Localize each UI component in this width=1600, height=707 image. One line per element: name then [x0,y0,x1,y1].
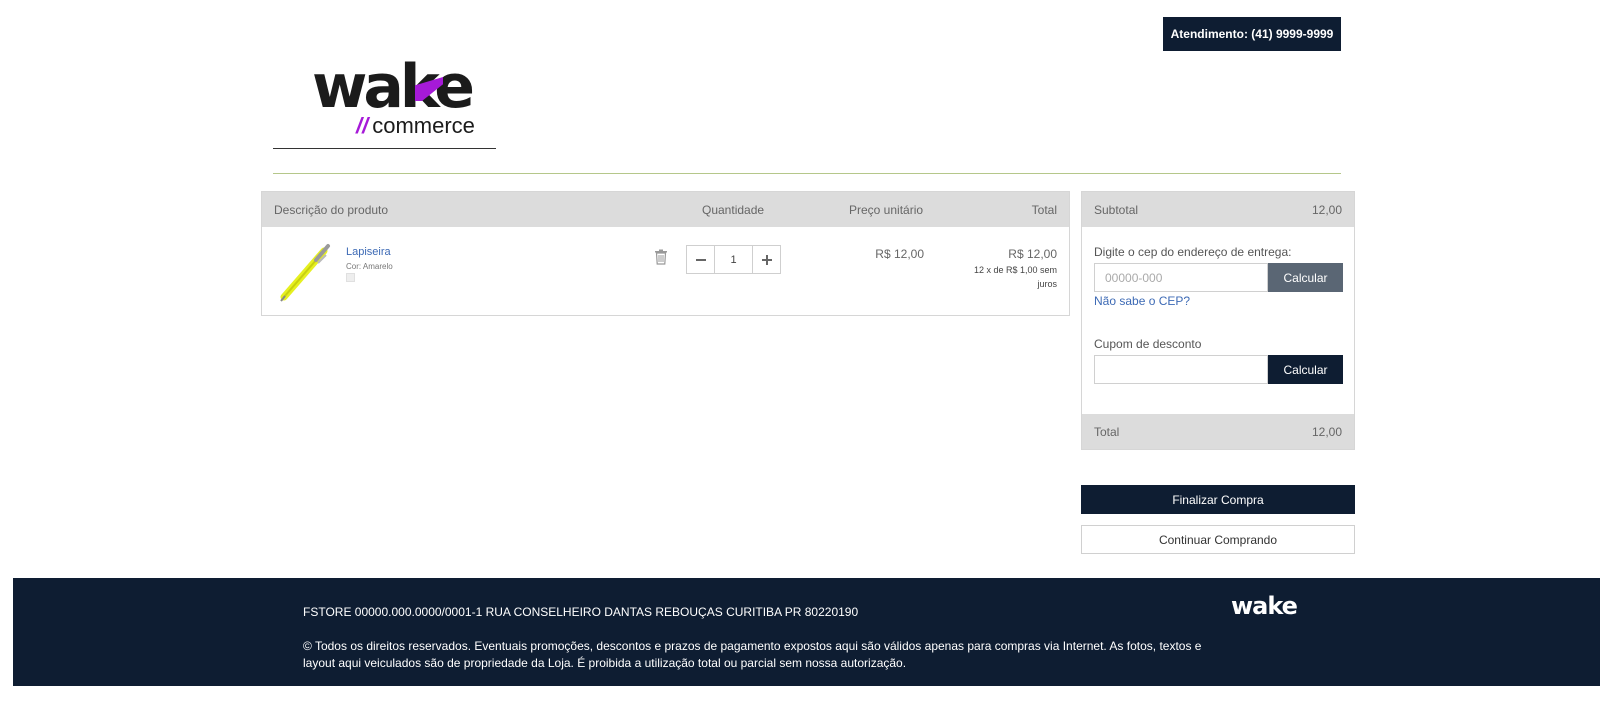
quantity-value[interactable]: 1 [715,246,752,273]
footer-address: FSTORE 00000.000.0000/0001-1 RUA CONSELH… [303,605,859,619]
coupon-input[interactable] [1094,355,1268,384]
apply-coupon-button[interactable]: Calcular [1268,355,1343,384]
installments-text: 12 x de R$ 1,00 sem juros [973,265,1057,289]
footer: FSTORE 00000.000.0000/0001-1 RUA CONSELH… [13,578,1600,686]
order-summary: Subtotal 12,00 Digite o cep do endereço … [1081,191,1355,450]
summary-subtotal-row: Subtotal 12,00 [1082,192,1354,227]
footer-logo[interactable]: wake [1231,592,1298,620]
product-image[interactable] [278,243,334,303]
calculate-shipping-button[interactable]: Calcular [1268,263,1343,292]
store-logo[interactable]: wake //commerce [312,52,492,139]
minus-icon [695,258,706,261]
total-value: 12,00 [1311,425,1342,439]
support-phone-button[interactable]: Atendimento: (41) 9999-9999 [1163,17,1341,51]
logo-slashes: // [356,113,369,138]
summary-total-row: Total 12,00 [1082,414,1354,449]
cep-input[interactable] [1094,263,1268,292]
column-header-total: Total [1031,203,1057,217]
column-header-unit-price: Preço unitário [849,203,924,217]
trash-icon[interactable] [654,249,668,265]
column-header-quantity: Quantidade [702,203,765,217]
product-name-link[interactable]: Lapiseira [346,246,391,258]
cep-label: Digite o cep do endereço de entrega: [1094,245,1292,259]
logo-underline [273,148,496,149]
finish-purchase-button[interactable]: Finalizar Compra [1081,485,1355,514]
subtotal-label: Subtotal [1094,203,1139,217]
header-divider [273,173,1341,174]
logo-wordmark: wake [312,52,475,122]
logo-subtitle-text: commerce [372,113,475,138]
product-variant: Cor: Amarelo [346,262,393,271]
increase-quantity-button[interactable] [752,246,780,273]
cart-table: Descrição do produto Quantidade Preço un… [261,191,1070,316]
plus-icon [761,254,772,265]
column-header-description: Descrição do produto [274,203,389,217]
footer-copyright: © Todos os direitos reservados. Eventuai… [303,639,1202,670]
subtotal-value: 12,00 [1311,203,1342,217]
continue-shopping-button[interactable]: Continuar Comprando [1081,525,1355,554]
coupon-label: Cupom de desconto [1094,337,1202,351]
cep-lookup-link[interactable]: Não sabe o CEP? [1094,294,1190,308]
color-swatch [346,273,355,282]
item-total: R$ 12,00 [1008,247,1057,261]
quantity-stepper: 1 [686,245,781,274]
cart-table-header: Descrição do produto Quantidade Preço un… [262,192,1069,227]
decrease-quantity-button[interactable] [687,246,715,273]
total-label: Total [1094,425,1120,439]
logo-subtitle: //commerce [356,113,475,139]
cart-item-row: Lapiseira Cor: Amarelo 1 R$ 12,00 R$ 12,… [262,227,1069,315]
unit-price: R$ 12,00 [875,247,924,261]
